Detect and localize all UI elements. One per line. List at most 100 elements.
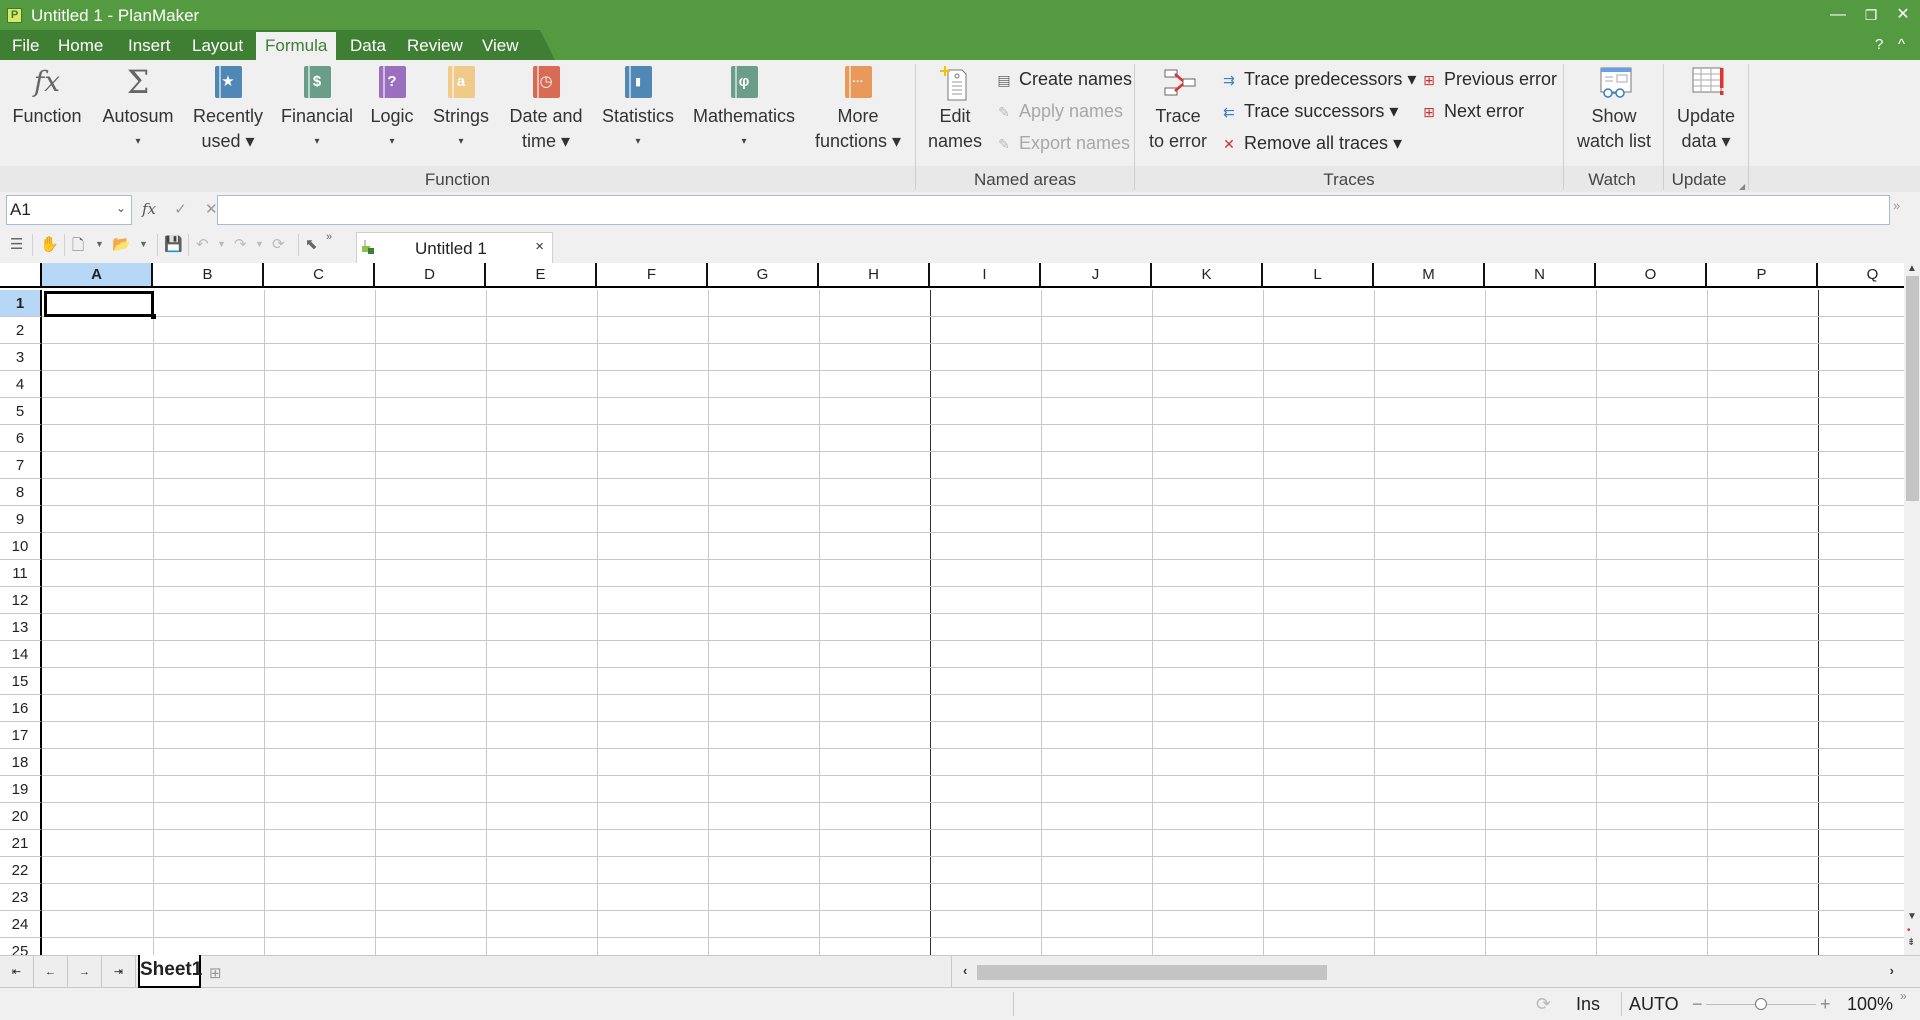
row-header-20[interactable]: 20 [0,803,42,830]
row-header-8[interactable]: 8 [0,479,42,506]
close-document-icon[interactable]: × [535,238,544,255]
tab-insert[interactable]: Insert [128,36,171,56]
tab-formula[interactable]: Formula [256,32,337,60]
column-header-j[interactable]: J [1041,263,1152,288]
split-vertical-icon[interactable]: ⇟ [1907,937,1915,948]
logic-button[interactable]: ? Logic ▾ [366,66,418,154]
strings-button[interactable]: a Strings ▾ [428,66,494,154]
row-header-1[interactable]: 1 [0,290,42,317]
row-header-19[interactable]: 19 [0,776,42,803]
scroll-left-icon[interactable]: ‹ [963,963,967,978]
zoom-slider-knob[interactable] [1755,998,1767,1010]
column-header-n[interactable]: N [1485,263,1596,288]
column-header-a[interactable]: A [42,263,153,288]
dialog-launcher-icon[interactable]: ◢ [1739,182,1745,191]
vertical-scrollbar[interactable]: ▲ ▼ • ⇟ [1904,263,1920,955]
accept-icon[interactable]: ✓ [174,201,187,218]
sheet-tab-sheet1[interactable]: Sheet1 [138,955,202,988]
column-header-d[interactable]: D [375,263,486,288]
row-header-13[interactable]: 13 [0,614,42,641]
previous-error-button[interactable]: ⊞ Previous error [1420,69,1557,90]
create-names-button[interactable]: ▤ Create names [995,69,1132,90]
autosum-button[interactable]: Σ Autosum ▾ [96,66,180,154]
row-header-24[interactable]: 24 [0,911,42,938]
vertical-scroll-thumb[interactable] [1906,276,1919,501]
row-header-15[interactable]: 15 [0,668,42,695]
next-sheet-button[interactable]: → [68,956,102,988]
repeat-icon[interactable]: ⟳ [272,235,285,253]
column-header-c[interactable]: C [264,263,375,288]
select-all-corner[interactable] [0,263,42,288]
column-header-e[interactable]: E [486,263,597,288]
add-sheet-icon[interactable]: ⊞ [209,964,222,982]
column-header-i[interactable]: I [930,263,1041,288]
chevron-down-icon[interactable]: ⌄ [116,201,126,215]
column-header-k[interactable]: K [1152,263,1263,288]
trace-to-error-button[interactable]: Trace to error [1144,66,1212,154]
formula-input[interactable] [217,195,1890,225]
help-button[interactable]: ? [1875,36,1883,53]
document-tab[interactable]: Untitled 1 × [356,232,553,263]
row-header-17[interactable]: 17 [0,722,42,749]
recently-used-button[interactable]: ★ Recently used ▾ [190,66,266,154]
column-header-p[interactable]: P [1707,263,1818,288]
update-data-button[interactable]: Update data ▾ [1670,66,1742,154]
row-header-12[interactable]: 12 [0,587,42,614]
statistics-button[interactable]: ▮ Statistics ▾ [598,66,678,154]
column-header-b[interactable]: B [153,263,264,288]
fx-icon[interactable]: fx [142,200,156,218]
column-header-o[interactable]: O [1596,263,1707,288]
previous-sheet-button[interactable]: ← [34,956,68,988]
fill-handle[interactable] [151,314,156,319]
mathematics-button[interactable]: φ Mathematics ▾ [690,66,798,154]
column-header-m[interactable]: M [1374,263,1485,288]
column-header-l[interactable]: L [1263,263,1374,288]
collapse-ribbon-button[interactable]: ^ [1898,36,1905,53]
tab-review[interactable]: Review [407,36,463,56]
tab-file[interactable]: File [12,36,39,56]
calc-mode[interactable]: AUTO [1629,994,1679,1015]
row-header-18[interactable]: 18 [0,749,42,776]
zoom-out-button[interactable]: − [1692,994,1703,1015]
column-header-g[interactable]: G [708,263,819,288]
open-folder-icon[interactable]: 📂 [112,235,131,253]
save-icon[interactable]: 💾 [164,235,183,253]
trace-successors-button[interactable]: ⇇ Trace successors ▾ [1220,101,1398,122]
insert-mode[interactable]: Ins [1576,994,1600,1015]
row-header-10[interactable]: 10 [0,533,42,560]
row-header-9[interactable]: 9 [0,506,42,533]
column-header-f[interactable]: F [597,263,708,288]
zoom-level[interactable]: 100% [1847,994,1893,1015]
status-more-icon[interactable]: » [1900,989,1907,1003]
last-sheet-button[interactable]: ⇥ [102,956,136,988]
menu-lines-icon[interactable]: ☰ [10,235,23,253]
column-header-q[interactable]: Q [1818,263,1904,288]
selected-cell[interactable] [44,291,154,317]
financial-button[interactable]: $ Financial ▾ [278,66,356,154]
spreadsheet-grid[interactable]: A B C D E F G H I J K L M N O P Q 1 2 3 4 5 6 7 8 9 10 11 12 13 14 15 16… [0,263,1904,955]
tab-layout[interactable]: Layout [192,36,243,56]
close-window-button[interactable]: ✕ [1888,4,1918,26]
horizontal-scroll-thumb[interactable] [977,965,1327,980]
first-sheet-button[interactable]: ⇤ [0,956,34,988]
trace-predecessors-button[interactable]: ⇉ Trace predecessors ▾ [1220,69,1416,90]
date-and-time-button[interactable]: ◷ Date and time ▾ [506,66,586,154]
row-header-23[interactable]: 23 [0,884,42,911]
hand-pointer-icon[interactable]: ✋ [40,235,59,253]
row-header-11[interactable]: 11 [0,560,42,587]
chevron-down-icon[interactable]: ▼ [139,239,148,249]
select-pointer-icon[interactable]: ⬉ [305,235,318,253]
row-header-14[interactable]: 14 [0,641,42,668]
chevron-down-icon[interactable]: ▼ [217,239,226,249]
row-header-6[interactable]: 6 [0,425,42,452]
formula-bar-more-icon[interactable]: » [1893,198,1900,213]
zoom-in-button[interactable]: + [1820,994,1831,1015]
tab-view[interactable]: View [482,36,519,56]
next-error-button[interactable]: ⊞ Next error [1420,101,1524,122]
more-functions-button[interactable]: ··· More functions ▾ [810,66,906,154]
row-header-21[interactable]: 21 [0,830,42,857]
tab-data[interactable]: Data [350,36,386,56]
new-document-icon[interactable]: 🗋 [72,235,84,260]
undo-icon[interactable]: ↶ [196,235,209,253]
redo-icon[interactable]: ↷ [234,235,247,253]
